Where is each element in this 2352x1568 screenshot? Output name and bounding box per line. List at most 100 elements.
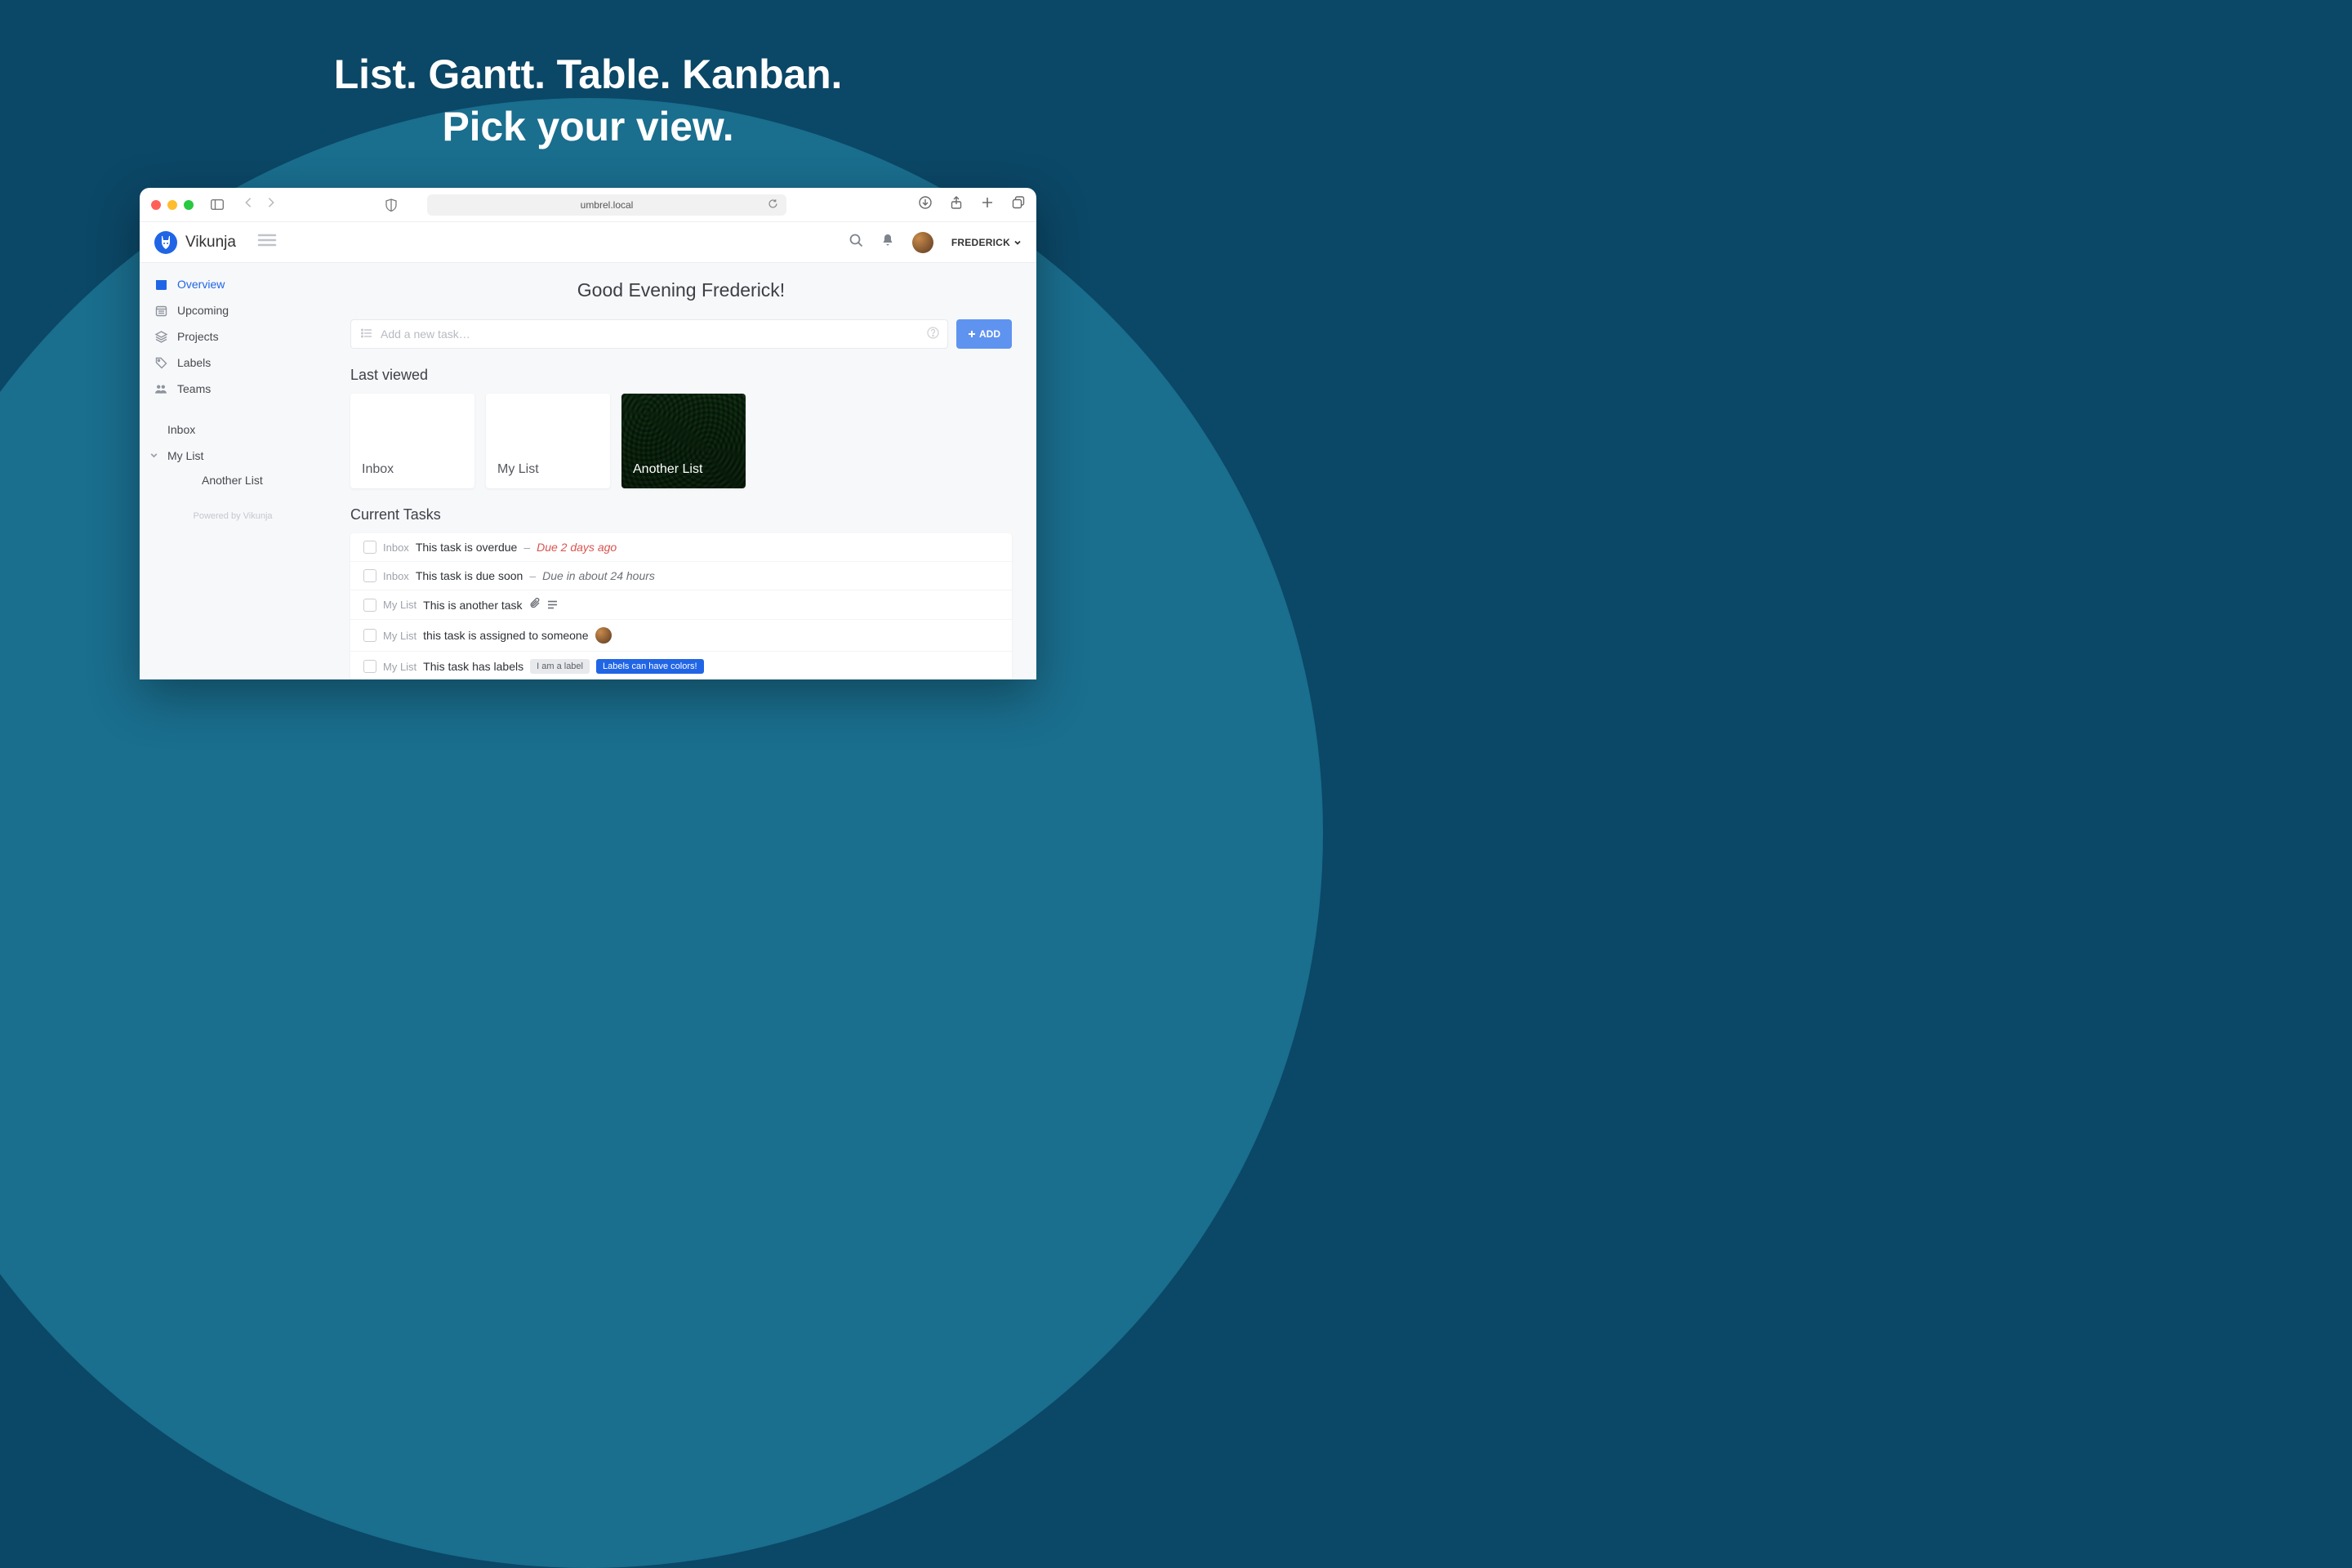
- due-date: Due in about 24 hours: [542, 569, 655, 582]
- sidebar-item-label: Teams: [177, 382, 211, 395]
- forward-icon[interactable]: [265, 197, 277, 212]
- task-title: This task has labels: [423, 660, 523, 673]
- chevron-down-icon: [1013, 238, 1022, 247]
- sidebar-toggle-icon[interactable]: [211, 199, 224, 210]
- task-row[interactable]: My List This task has labels I am a labe…: [350, 652, 1012, 679]
- tree-label: Another List: [202, 474, 263, 487]
- task-project: My List: [383, 630, 416, 642]
- brand-name: Vikunja: [185, 234, 236, 252]
- add-button-label: ADD: [979, 328, 1000, 340]
- card-another[interactable]: Another List: [621, 394, 746, 488]
- task-list: Inbox This task is overdue – Due 2 days …: [350, 533, 1012, 679]
- attachment-icon: [529, 598, 541, 612]
- checkbox[interactable]: [363, 660, 376, 673]
- checkbox[interactable]: [363, 599, 376, 612]
- sidebar: Overview Upcoming Projects Labels Teams: [140, 222, 326, 679]
- app-body: Overview Upcoming Projects Labels Teams: [140, 222, 1036, 679]
- menu-icon[interactable]: [257, 233, 277, 252]
- chevron-down-icon[interactable]: [149, 449, 158, 462]
- task-row[interactable]: Inbox This task is overdue – Due 2 days …: [350, 533, 1012, 562]
- task-project: Inbox: [383, 570, 409, 582]
- app-logo[interactable]: Vikunja: [154, 231, 236, 254]
- back-icon[interactable]: [243, 197, 254, 212]
- hero-line-1: List. Gantt. Table. Kanban.: [0, 51, 1176, 98]
- add-task-row: Add a new task… ADD: [350, 319, 1012, 349]
- sidebar-item-projects[interactable]: Projects: [140, 323, 326, 350]
- nav-arrows: [243, 197, 277, 212]
- add-task-placeholder: Add a new task…: [381, 327, 470, 341]
- shield-icon[interactable]: [385, 198, 397, 212]
- browser-tools: [919, 196, 1025, 213]
- card-label: My List: [497, 462, 539, 477]
- current-tasks-title: Current Tasks: [350, 506, 1012, 523]
- calendar-icon: [154, 278, 167, 291]
- calendar-lines-icon: [154, 305, 167, 317]
- share-icon[interactable]: [950, 196, 963, 213]
- sidebar-item-label: Upcoming: [177, 304, 229, 317]
- hero-line-2: Pick your view.: [0, 103, 1176, 150]
- sidebar-item-overview[interactable]: Overview: [140, 271, 326, 297]
- hero-heading: List. Gantt. Table. Kanban. Pick your vi…: [0, 0, 1176, 150]
- task-row[interactable]: My List This is another task: [350, 590, 1012, 620]
- list-icon: [361, 327, 372, 341]
- tree-item-inbox[interactable]: Inbox: [140, 416, 326, 443]
- card-mylist[interactable]: My List: [486, 394, 610, 488]
- card-label: Inbox: [362, 462, 394, 477]
- add-task-button[interactable]: ADD: [956, 319, 1012, 349]
- add-task-input[interactable]: Add a new task…: [350, 319, 948, 349]
- checkbox[interactable]: [363, 629, 376, 642]
- zoom-window-icon[interactable]: [184, 200, 194, 210]
- task-title: This task is due soon: [416, 569, 523, 582]
- username-text: FREDERICK: [951, 237, 1010, 248]
- tree-item-another[interactable]: Another List: [140, 469, 326, 492]
- tree-item-mylist[interactable]: My List: [140, 443, 326, 469]
- app-topbar: Vikunja FREDERICK: [140, 222, 1036, 263]
- tree-label: My List: [167, 449, 203, 462]
- last-viewed-title: Last viewed: [350, 367, 1012, 384]
- tag-icon: [154, 357, 167, 369]
- layers-icon: [154, 331, 167, 343]
- url-text: umbrel.local: [581, 199, 634, 211]
- separator: –: [529, 569, 536, 582]
- new-tab-icon[interactable]: [981, 196, 994, 213]
- search-icon[interactable]: [849, 234, 863, 252]
- reload-icon[interactable]: [768, 198, 778, 212]
- assignee-avatar: [595, 627, 612, 644]
- separator: –: [523, 541, 530, 554]
- avatar[interactable]: [912, 232, 933, 253]
- task-label: I am a label: [530, 659, 590, 674]
- sidebar-item-upcoming[interactable]: Upcoming: [140, 297, 326, 323]
- card-label: Another List: [633, 462, 702, 477]
- downloads-icon[interactable]: [919, 196, 932, 213]
- powered-by: Powered by Vikunja: [140, 511, 326, 521]
- traffic-lights: [151, 200, 194, 210]
- bell-icon[interactable]: [881, 234, 894, 252]
- url-bar[interactable]: umbrel.local: [427, 194, 786, 216]
- project-tree: Inbox My List Another List: [140, 416, 326, 492]
- sidebar-item-teams[interactable]: Teams: [140, 376, 326, 402]
- task-project: My List: [383, 661, 416, 673]
- minimize-window-icon[interactable]: [167, 200, 177, 210]
- task-row[interactable]: Inbox This task is due soon – Due in abo…: [350, 562, 1012, 590]
- checkbox[interactable]: [363, 569, 376, 582]
- users-icon: [154, 384, 167, 394]
- sidebar-item-label: Overview: [177, 278, 225, 291]
- task-project: Inbox: [383, 541, 409, 554]
- sidebar-item-labels[interactable]: Labels: [140, 350, 326, 376]
- task-label: Labels can have colors!: [596, 659, 704, 674]
- close-window-icon[interactable]: [151, 200, 161, 210]
- username-menu[interactable]: FREDERICK: [951, 237, 1022, 248]
- task-title: This task is overdue: [416, 541, 518, 554]
- task-title: This is another task: [423, 599, 522, 612]
- tabs-icon[interactable]: [1012, 196, 1025, 213]
- card-inbox[interactable]: Inbox: [350, 394, 474, 488]
- task-row[interactable]: My List this task is assigned to someone: [350, 620, 1012, 652]
- plus-icon: [968, 330, 976, 338]
- greeting: Good Evening Frederick!: [350, 279, 1012, 301]
- main-content: Good Evening Frederick! Add a new task… …: [326, 222, 1036, 679]
- card-list: Inbox My List Another List: [350, 394, 1012, 488]
- help-icon[interactable]: [927, 327, 939, 341]
- sidebar-item-label: Labels: [177, 356, 211, 369]
- checkbox[interactable]: [363, 541, 376, 554]
- tree-label: Inbox: [167, 423, 195, 436]
